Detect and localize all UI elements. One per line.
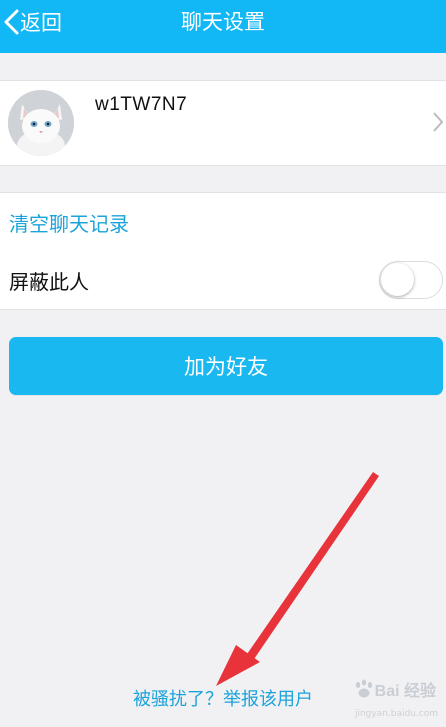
clear-history-row[interactable]: 清空聊天记录	[0, 192, 446, 252]
clear-history-label: 清空聊天记录	[9, 211, 129, 236]
block-user-label: 屏蔽此人	[9, 269, 89, 294]
page-title: 聊天设置	[181, 10, 265, 34]
avatar[interactable]	[8, 90, 74, 156]
toggle-knob	[381, 263, 414, 296]
profile-row[interactable]: w1TW7N7	[0, 80, 446, 166]
baidu-paw-icon	[355, 679, 372, 698]
chevron-right-icon	[433, 112, 444, 132]
block-user-row: 屏蔽此人	[0, 251, 446, 310]
block-user-toggle[interactable]	[379, 261, 443, 299]
baidu-watermark: Bai 经验	[353, 677, 436, 701]
username: w1TW7N7	[95, 94, 188, 115]
top-bar: 返回 聊天设置	[0, 0, 446, 53]
watermark-url: jingyan.baidu.com	[354, 709, 438, 719]
cat-avatar-icon	[8, 90, 74, 156]
add-friend-button[interactable]: 加为好友	[9, 337, 443, 395]
watermark-logo-text: Bai 经验	[374, 683, 436, 700]
